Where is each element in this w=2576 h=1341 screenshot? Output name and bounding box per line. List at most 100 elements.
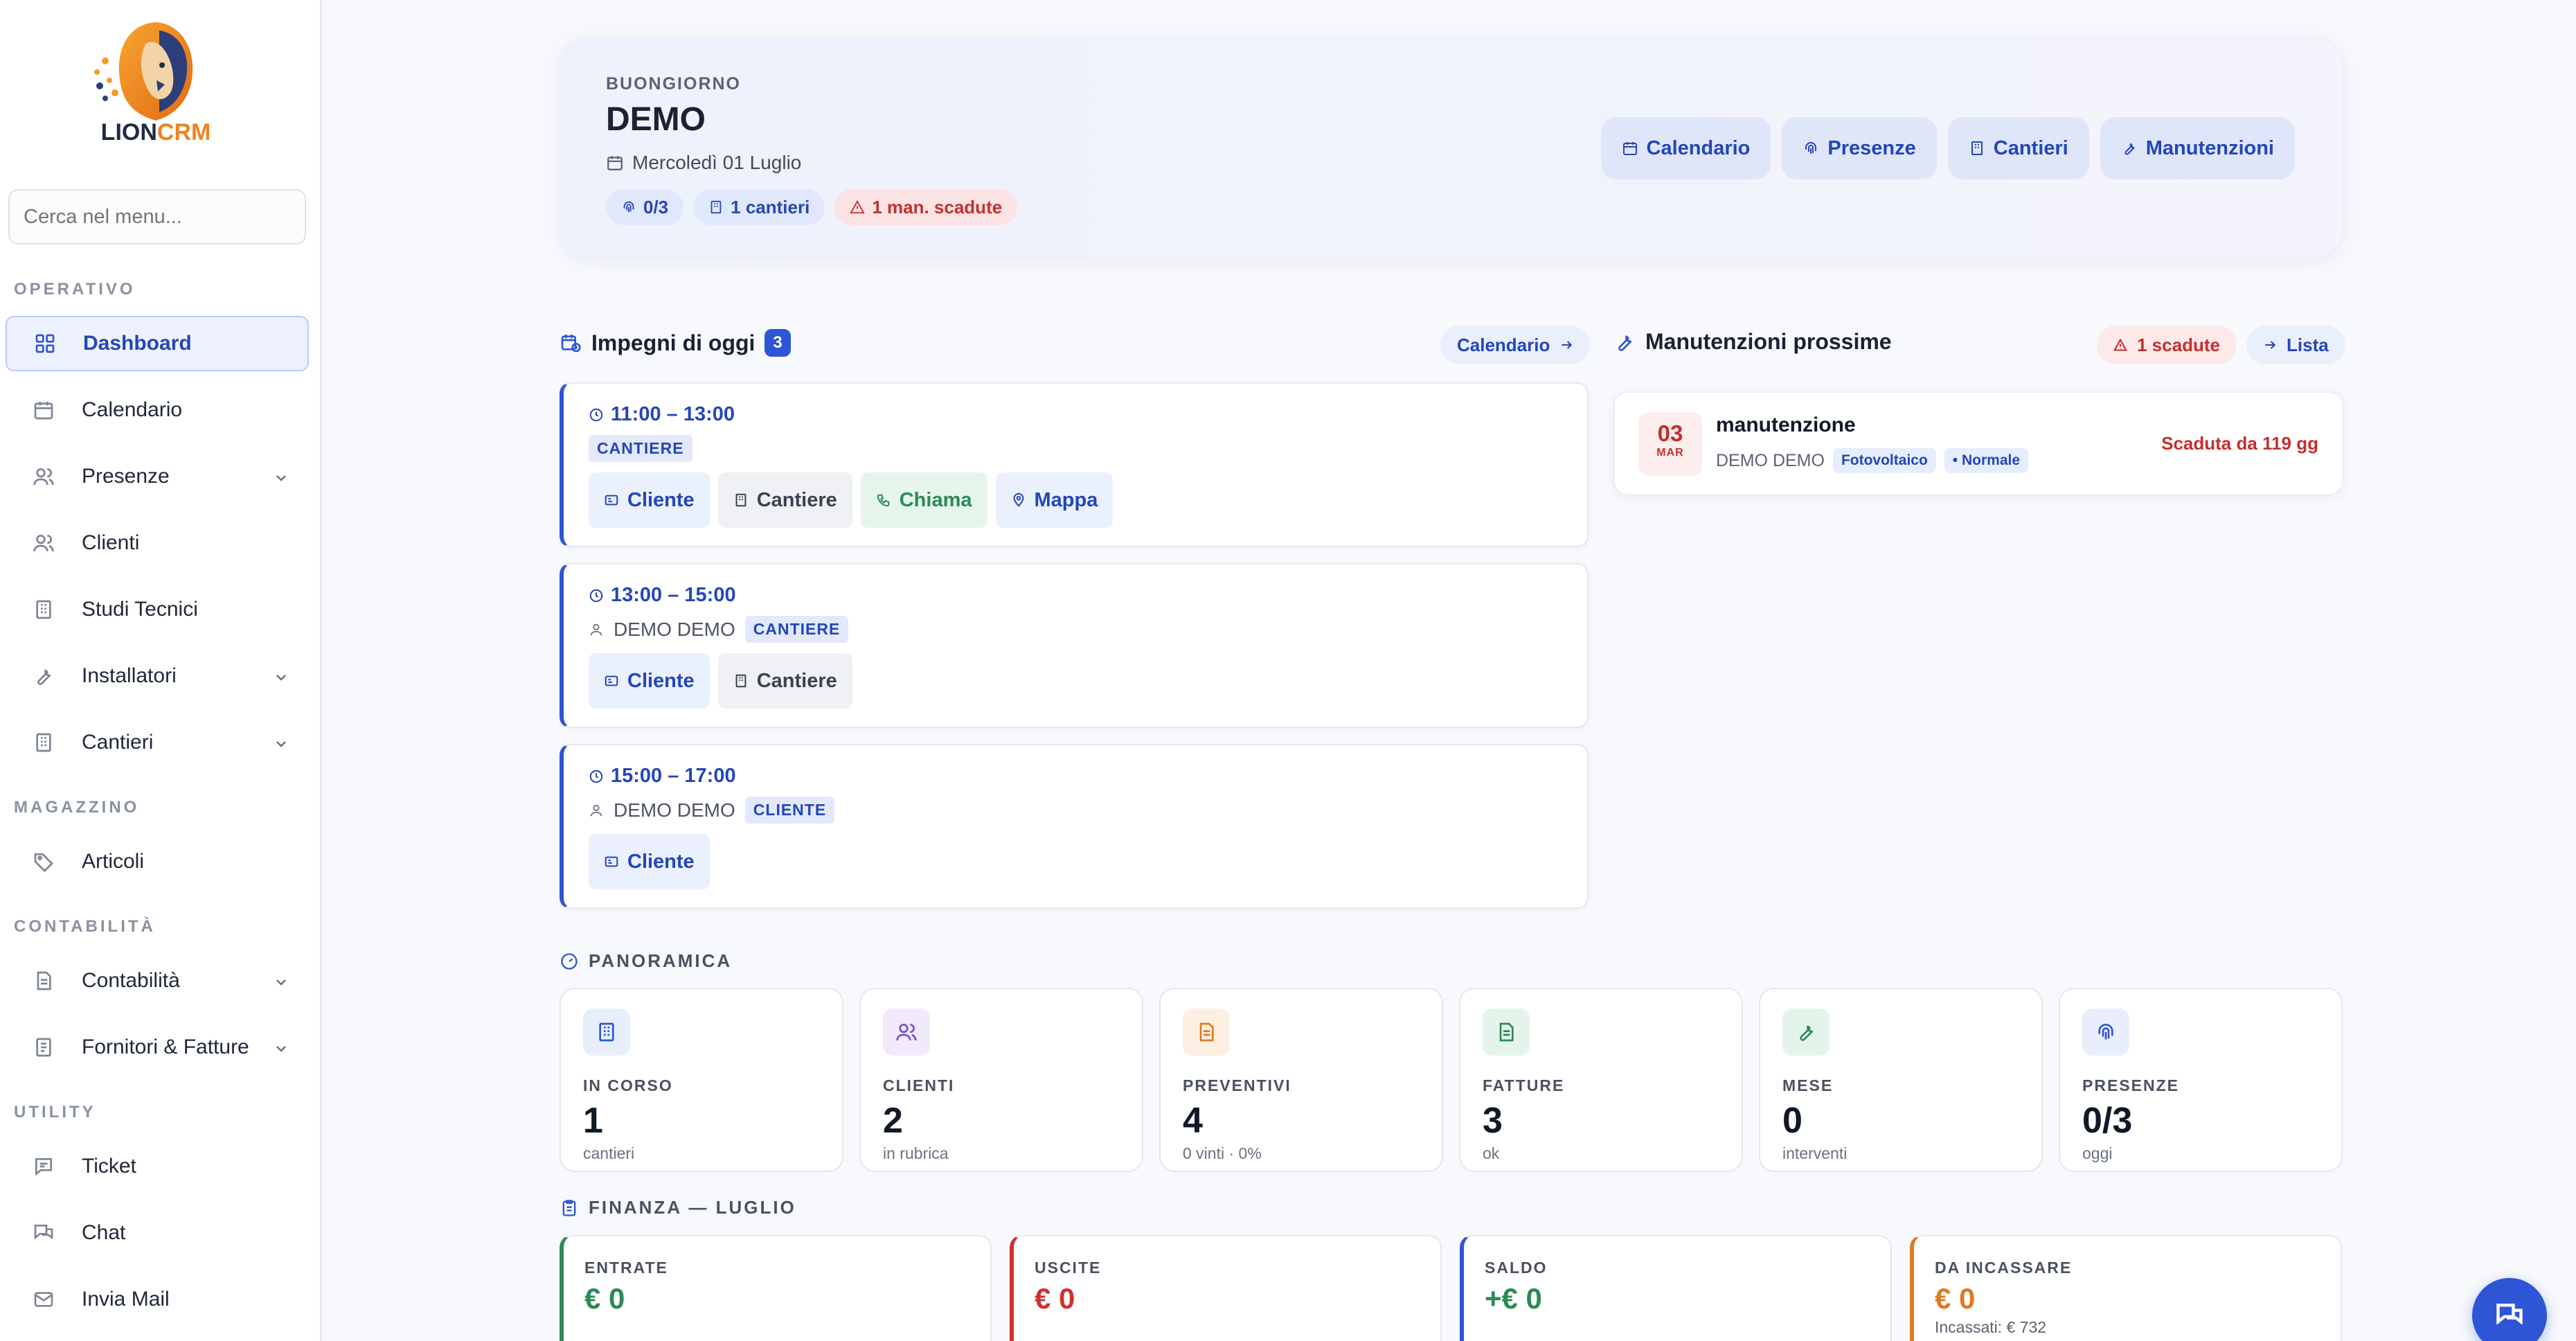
finance-card-saldo[interactable]: SALDO +€ 0	[1460, 1235, 1892, 1341]
sidebar-item-label: Contabilità	[82, 969, 180, 992]
sidebar-item-installatori[interactable]: Installatori	[6, 648, 309, 704]
building-icon	[30, 729, 57, 756]
tag-icon	[30, 849, 57, 875]
kpi-card-in-corso[interactable]: IN CORSO 1 cantieri	[560, 988, 843, 1172]
id-card-icon	[605, 495, 618, 506]
appointment-person: DEMO DEMO	[614, 799, 735, 821]
current-date: Mercoledì 01 Luglio	[606, 152, 801, 174]
section-label-contabilita: CONTABILITÀ	[14, 917, 156, 936]
calendario-button[interactable]: Calendario	[1600, 117, 1771, 179]
sidebar-item-articoli[interactable]: Articoli	[6, 834, 309, 889]
manutenzioni-title: Manutenzioni prossime	[1645, 329, 1892, 354]
id-card-icon	[605, 856, 618, 867]
users-icon	[30, 530, 57, 556]
document-icon	[1183, 1009, 1230, 1056]
chiama-button[interactable]: Chiama	[860, 472, 987, 528]
clock-icon	[589, 408, 603, 421]
user-name: DEMO	[606, 101, 706, 138]
sidebar-item-clienti[interactable]: Clienti	[6, 515, 309, 571]
manutenzioni-header: Manutenzioni prossime	[1613, 329, 1892, 355]
wrench-icon	[1782, 1009, 1830, 1056]
appointment-card[interactable]: 15:00 – 17:00 DEMO DEMO CLIENTE Cliente	[560, 744, 1589, 909]
sidebar: LIONCRM OPERATIVO Dashboard Calendario P…	[0, 0, 322, 1341]
cliente-button[interactable]: Cliente	[589, 834, 710, 889]
finance-card-uscite[interactable]: USCITE € 0	[1010, 1235, 1442, 1341]
kpi-card-presenze[interactable]: PRESENZE 0/3 oggi	[2059, 988, 2343, 1172]
menu-search-input[interactable]	[8, 189, 306, 245]
clock-icon	[589, 589, 603, 602]
id-card-icon	[605, 675, 618, 686]
cliente-button[interactable]: Cliente	[589, 472, 710, 528]
sidebar-item-dashboard[interactable]: Dashboard	[6, 316, 309, 371]
sidebar-item-label: Installatori	[82, 664, 177, 687]
kpi-card-fatture[interactable]: FATTURE 3 ok	[1459, 988, 1743, 1172]
calendario-link[interactable]: Calendario	[1440, 326, 1591, 364]
chat-fab-button[interactable]	[2472, 1278, 2547, 1341]
presenze-button[interactable]: Presenze	[1782, 117, 1937, 179]
wrench-icon	[2125, 143, 2135, 155]
calendar-icon	[1622, 142, 1637, 155]
maintenance-client: DEMO DEMO	[1716, 450, 1825, 470]
finance-card-entrate[interactable]: ENTRATE € 0	[560, 1235, 992, 1341]
chevron-down-icon[interactable]	[273, 973, 289, 989]
impegni-title: Impegni di oggi	[591, 330, 755, 355]
map-pin-icon	[1013, 492, 1023, 507]
mappa-button[interactable]: Mappa	[995, 472, 1113, 528]
fingerprint-icon	[2082, 1009, 2129, 1056]
document-icon	[30, 968, 57, 994]
cantiere-button[interactable]: Cantiere	[717, 653, 852, 709]
appointment-actions: Cliente	[589, 834, 710, 889]
presenze-badge[interactable]: 0/3	[606, 189, 684, 225]
sidebar-item-label: Fornitori & Fatture	[82, 1036, 249, 1058]
finance-card-da-incassare[interactable]: DA INCASSARE € 0 Incassati: € 732	[1910, 1235, 2342, 1341]
cliente-button[interactable]: Cliente	[589, 653, 710, 709]
appointment-meta: DEMO DEMO CANTIERE	[589, 616, 849, 643]
appointment-time: 13:00 – 15:00	[589, 584, 736, 607]
cantieri-button[interactable]: Cantieri	[1947, 117, 2089, 179]
sidebar-item-label: Chat	[82, 1221, 126, 1244]
sidebar-item-chat[interactable]: Chat	[6, 1205, 309, 1261]
sidebar-item-ticket[interactable]: Ticket	[6, 1139, 309, 1194]
grid-icon	[32, 330, 58, 357]
section-label-operativo: OPERATIVO	[14, 280, 136, 299]
appointment-actions: Cliente Cantiere	[589, 653, 852, 709]
scadute-badge[interactable]: 1 man. scadute	[834, 189, 1018, 225]
kpi-card-mese[interactable]: MESE 0 interventi	[1759, 988, 2043, 1172]
appointment-card[interactable]: 11:00 – 13:00 CANTIERE Cliente Cantiere …	[560, 382, 1589, 547]
chat-icon	[2496, 1304, 2523, 1325]
overdue-status: Scaduta da 119 gg	[2161, 433, 2318, 454]
sidebar-item-label: Presenze	[82, 465, 170, 488]
appointment-card[interactable]: 13:00 – 15:00 DEMO DEMO CANTIERE Cliente…	[560, 563, 1589, 728]
chevron-down-icon[interactable]	[273, 668, 289, 684]
sidebar-item-studi-tecnici[interactable]: Studi Tecnici	[6, 582, 309, 637]
chevron-down-icon[interactable]	[273, 1039, 289, 1056]
hero-badges: 0/3 1 cantieri 1 man. scadute	[606, 189, 1018, 225]
sidebar-item-label: Invia Mail	[82, 1288, 170, 1311]
sidebar-item-calendario[interactable]: Calendario	[6, 382, 309, 438]
kpi-card-clienti[interactable]: CLIENTI 2 in rubrica	[859, 988, 1143, 1172]
chevron-down-icon[interactable]	[273, 468, 289, 485]
sidebar-item-cantieri[interactable]: Cantieri	[6, 715, 309, 770]
lista-link[interactable]: Lista	[2246, 326, 2345, 364]
cantieri-badge[interactable]: 1 cantieri	[693, 189, 825, 225]
sidebar-item-label: Cantieri	[82, 731, 154, 754]
phone-icon	[877, 494, 890, 507]
wrench-icon	[1618, 335, 1632, 351]
maintenance-card[interactable]: 03 MAR manutenzione DEMO DEMO Fotovoltai…	[1613, 391, 2343, 495]
sidebar-item-label: Calendario	[82, 398, 183, 421]
warning-icon	[2113, 338, 2127, 351]
sidebar-item-contabilita[interactable]: Contabilità	[6, 953, 309, 1009]
sidebar-item-fornitori[interactable]: Fornitori & Fatture	[6, 1020, 309, 1075]
hero-quick-actions: Calendario Presenze Cantieri Manutenzion…	[1600, 117, 2295, 179]
kpi-card-preventivi[interactable]: PREVENTIVI 4 0 vinti · 0%	[1159, 988, 1443, 1172]
scadute-filter[interactable]: 1 scadute	[2097, 326, 2237, 364]
sidebar-item-invia-mail[interactable]: Invia Mail	[6, 1272, 309, 1327]
message-icon	[30, 1153, 57, 1180]
impegni-count-badge: 3	[764, 329, 791, 357]
cantiere-button[interactable]: Cantiere	[717, 472, 852, 528]
chevron-down-icon[interactable]	[273, 734, 289, 751]
app-logo-text: LIONCRM	[100, 119, 211, 145]
manutenzioni-button[interactable]: Manutenzioni	[2100, 117, 2295, 179]
sidebar-item-presenze[interactable]: Presenze	[6, 449, 309, 504]
maintenance-title: manutenzione	[1716, 414, 1856, 436]
